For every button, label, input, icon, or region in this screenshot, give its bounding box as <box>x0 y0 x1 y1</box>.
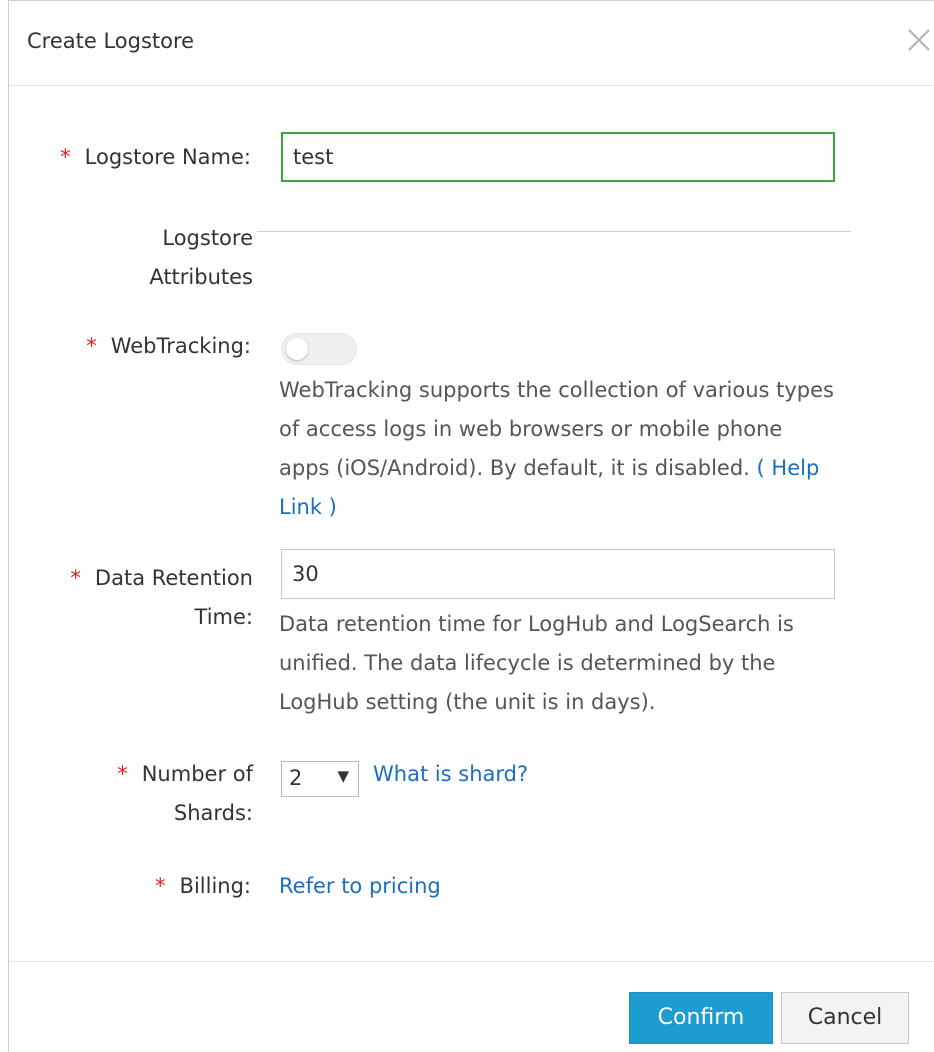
webtracking-help-text: WebTracking supports the collection of v… <box>279 378 835 519</box>
what-is-shard-link[interactable]: What is shard? <box>373 755 528 794</box>
dialog-header: Create Logstore <box>9 1 934 86</box>
dialog-title: Create Logstore <box>27 29 195 53</box>
data-retention-help-text: Data retention time for LogHub and LogSe… <box>279 612 794 714</box>
data-retention-input[interactable] <box>281 549 835 599</box>
attributes-section-title: Logstore Attributes <box>149 226 253 289</box>
required-mark: * <box>60 145 71 169</box>
billing-label: * Billing: <box>155 874 251 898</box>
confirm-button[interactable]: Confirm <box>629 992 773 1044</box>
webtracking-toggle[interactable] <box>281 333 357 365</box>
refer-to-pricing-link[interactable]: Refer to pricing <box>279 867 441 906</box>
toggle-knob <box>286 338 308 360</box>
chevron-down-icon: ▼ <box>337 767 349 785</box>
required-mark: * <box>86 334 97 358</box>
required-mark: * <box>155 874 166 898</box>
logstore-name-input[interactable] <box>281 132 835 182</box>
section-divider <box>257 231 851 232</box>
dialog-footer: Confirm Cancel <box>9 961 934 1052</box>
webtracking-label: * WebTracking: <box>86 334 251 358</box>
cancel-button[interactable]: Cancel <box>781 992 909 1044</box>
close-icon[interactable] <box>906 27 932 53</box>
data-retention-label: * Data Retention Time: <box>70 566 253 629</box>
required-mark: * <box>70 566 81 590</box>
shards-select[interactable]: 2 ▼ <box>281 761 359 797</box>
shards-label: * Number of Shards: <box>117 762 253 825</box>
dialog-body: *Logstore Name: Logstore Attributes *Web… <box>9 85 934 962</box>
logstore-name-label: * Logstore Name: <box>60 145 251 169</box>
required-mark: * <box>117 762 128 786</box>
create-logstore-dialog: Create Logstore *Logstore Name: Logstore… <box>8 0 934 1052</box>
